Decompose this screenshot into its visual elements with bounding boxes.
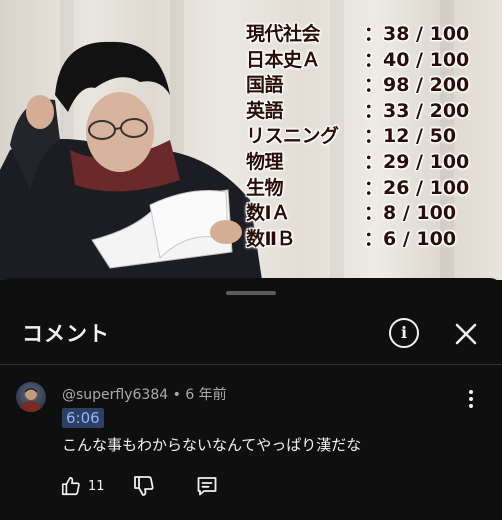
score-row: 国語 ：98 / 200 bbox=[246, 73, 476, 99]
video-player[interactable]: 現代社会 ：38 / 100 日本史Ａ ：40 / 100 国語 ：98 / 2… bbox=[0, 0, 502, 280]
comment-meta: @superfly6384 • 6 年前 bbox=[62, 384, 227, 404]
score-value: ：6 / 100 bbox=[364, 227, 457, 250]
meta-separator: • bbox=[168, 387, 186, 403]
score-value: ：12 / 50 bbox=[364, 125, 457, 148]
timestamp-link[interactable]: 6:06 bbox=[62, 408, 104, 428]
divider bbox=[0, 364, 502, 365]
drag-handle[interactable] bbox=[226, 291, 276, 295]
like-button[interactable]: 11 bbox=[60, 474, 105, 498]
score-value: ：38 / 100 bbox=[364, 23, 470, 45]
score-subject: 数ⅠＡ bbox=[246, 202, 290, 225]
reply-icon[interactable] bbox=[195, 474, 219, 498]
close-icon[interactable] bbox=[452, 320, 480, 348]
score-subject: 日本史Ａ bbox=[246, 48, 321, 71]
score-row: 現代社会 ：38 / 100 bbox=[246, 22, 476, 48]
score-row: 英語 ：33 / 200 bbox=[246, 99, 476, 125]
score-value: ：98 / 200 bbox=[364, 74, 470, 97]
info-glyph: i bbox=[400, 323, 408, 342]
score-subject: 生物 bbox=[246, 176, 284, 199]
comment-author[interactable]: @superfly6384 bbox=[62, 387, 168, 403]
avatar[interactable] bbox=[16, 382, 46, 412]
score-subject: 国語 bbox=[246, 74, 284, 97]
info-icon[interactable]: i bbox=[389, 318, 419, 348]
score-subject: リスニング bbox=[246, 125, 339, 148]
score-value: ：40 / 100 bbox=[364, 48, 470, 71]
avatar-image bbox=[20, 388, 42, 412]
score-subject: 数ⅡＢ bbox=[246, 227, 296, 250]
score-row: 物理 ：29 / 100 bbox=[246, 150, 476, 176]
score-value: ：33 / 200 bbox=[364, 99, 470, 122]
thumbs-down-icon[interactable] bbox=[132, 474, 156, 498]
thumbs-up-icon bbox=[61, 476, 80, 496]
score-value: ：26 / 100 bbox=[364, 176, 470, 199]
score-row: 生物 ：26 / 100 bbox=[246, 176, 476, 202]
score-row: リスニング ：12 / 50 bbox=[246, 124, 476, 150]
score-subject: 英語 bbox=[246, 99, 284, 122]
comment-actions: 11 bbox=[0, 474, 502, 500]
score-value: ：8 / 100 bbox=[364, 202, 457, 225]
comment-age: 6 年前 bbox=[185, 387, 227, 403]
score-subject: 現代社会 bbox=[246, 23, 321, 45]
score-subject: 物理 bbox=[246, 150, 284, 173]
comment-text: こんな事もわからないなんてやっぱり漢だな bbox=[62, 436, 362, 454]
comments-sheet: コメント i @superfly6384 • 6 年前 6:06 こんな事もわか… bbox=[0, 278, 502, 520]
score-row: 数ⅡＢ ：6 / 100 bbox=[246, 227, 476, 253]
more-vertical-icon[interactable] bbox=[462, 388, 480, 410]
score-row: 日本史Ａ ：40 / 100 bbox=[246, 48, 476, 74]
score-overlay: 現代社会 ：38 / 100 日本史Ａ ：40 / 100 国語 ：98 / 2… bbox=[246, 22, 476, 252]
like-count: 11 bbox=[88, 478, 105, 494]
score-value: ：29 / 100 bbox=[364, 150, 470, 173]
score-row: 数ⅠＡ ：8 / 100 bbox=[246, 201, 476, 227]
sheet-title: コメント bbox=[22, 322, 110, 346]
